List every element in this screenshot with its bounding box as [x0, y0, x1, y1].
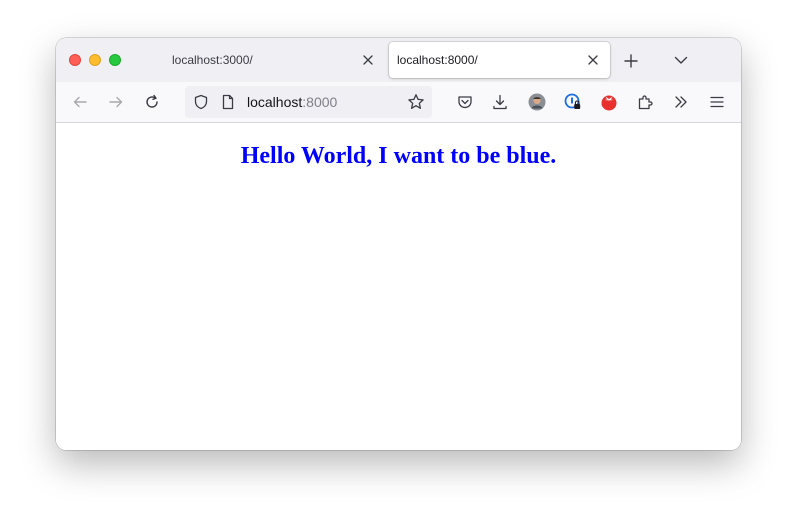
- download-icon[interactable]: [488, 90, 512, 114]
- reload-icon[interactable]: [140, 90, 164, 114]
- url-host: localhost: [247, 94, 303, 110]
- url-port: :8000: [302, 94, 338, 110]
- extensions-icon[interactable]: [633, 90, 657, 114]
- page-heading: Hello World, I want to be blue.: [240, 143, 557, 169]
- browser-window: localhost:3000/ localhost:8000/ localhos…: [56, 38, 741, 450]
- url-text[interactable]: localhost:8000: [247, 94, 337, 110]
- window-close-button[interactable]: [69, 54, 81, 66]
- close-icon[interactable]: [585, 52, 601, 68]
- url-bar[interactable]: localhost:8000: [185, 86, 432, 118]
- tab-bar: localhost:3000/ localhost:8000/: [56, 38, 741, 82]
- shield-icon[interactable]: [189, 90, 213, 114]
- pocket-icon[interactable]: [453, 90, 477, 114]
- star-icon[interactable]: [404, 90, 428, 114]
- window-zoom-button[interactable]: [109, 54, 121, 66]
- tomato-icon[interactable]: [597, 90, 621, 114]
- overflow-icon[interactable]: [669, 90, 693, 114]
- tab-localhost-3000[interactable]: localhost:3000/: [155, 42, 385, 78]
- password-manager-icon[interactable]: [561, 90, 585, 114]
- page-content: Hello World, I want to be blue.: [56, 123, 741, 450]
- menu-icon[interactable]: [705, 90, 729, 114]
- nav-toolbar: localhost:8000: [56, 82, 741, 123]
- window-minimize-button[interactable]: [89, 54, 101, 66]
- plus-icon[interactable]: [619, 49, 643, 73]
- tab-title: localhost:3000/: [172, 53, 253, 67]
- page-icon[interactable]: [216, 90, 240, 114]
- tab-localhost-8000[interactable]: localhost:8000/: [389, 42, 610, 78]
- arrow-right-icon[interactable]: [104, 90, 128, 114]
- chevron-down-icon[interactable]: [669, 48, 693, 72]
- avatar[interactable]: [525, 90, 549, 114]
- close-icon[interactable]: [360, 52, 376, 68]
- tab-title: localhost:8000/: [397, 53, 478, 67]
- arrow-left-icon[interactable]: [68, 90, 92, 114]
